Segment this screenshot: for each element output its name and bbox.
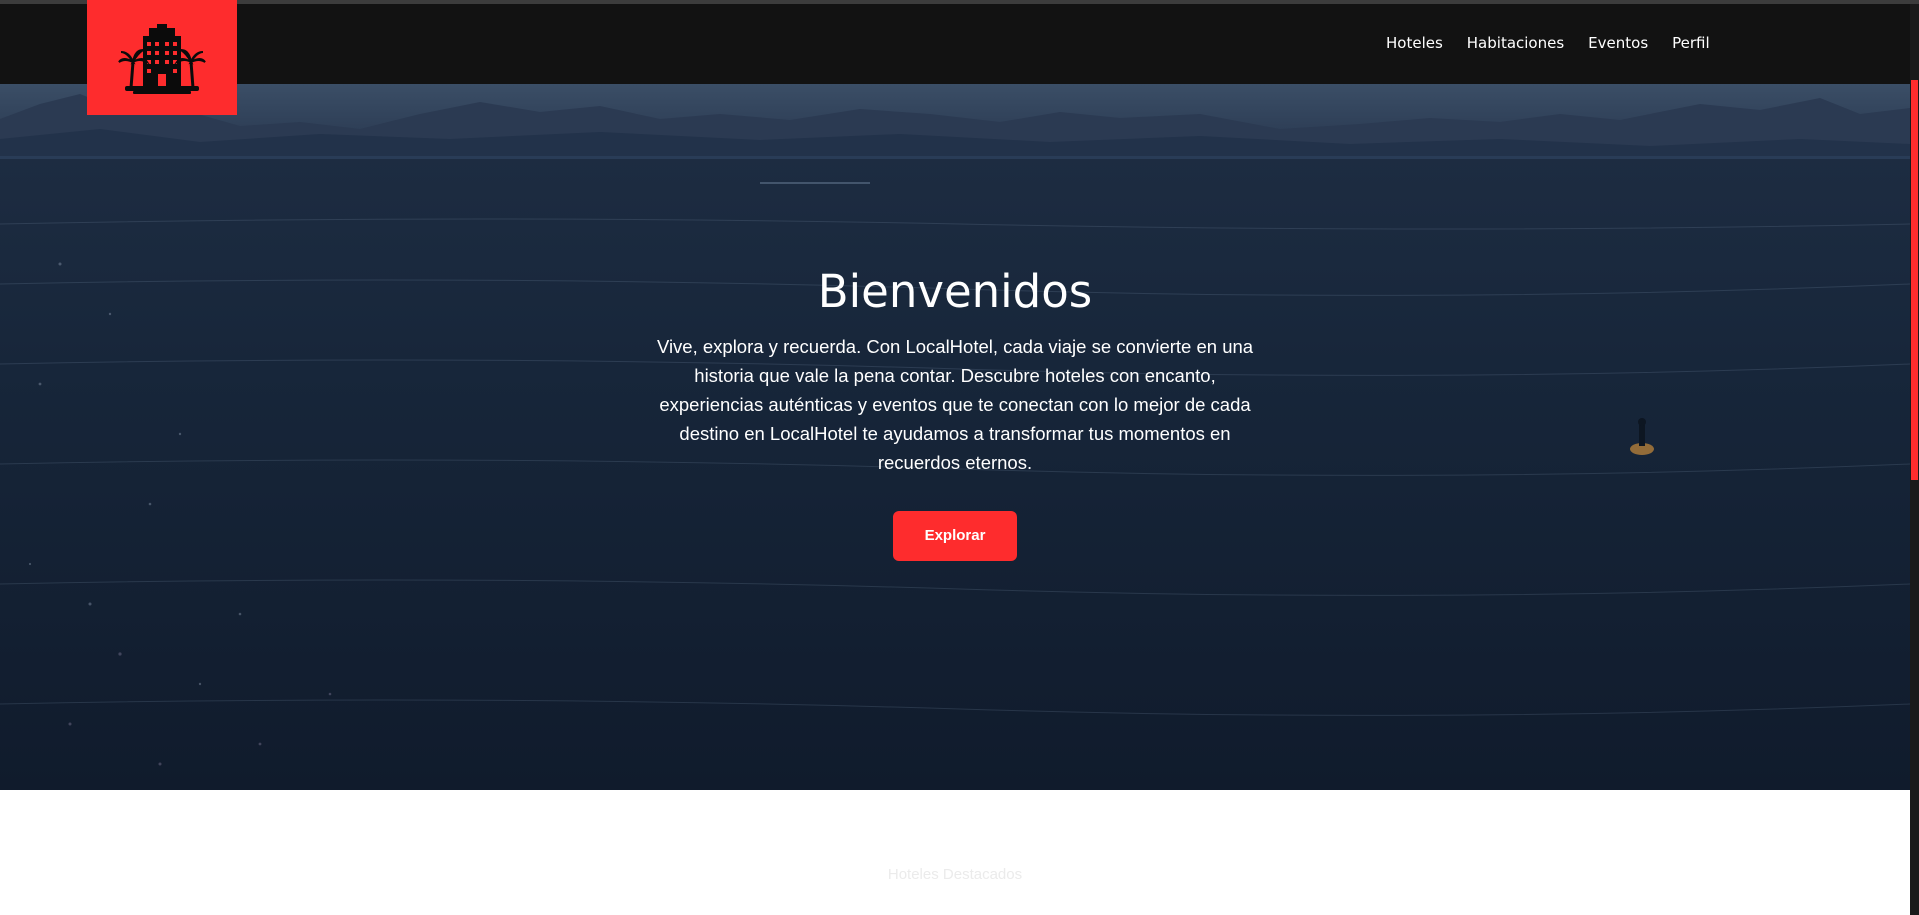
nav-link-habitaciones[interactable]: Habitaciones bbox=[1467, 34, 1564, 52]
hotel-palm-icon bbox=[118, 23, 206, 94]
nav-link-perfil[interactable]: Perfil bbox=[1672, 34, 1710, 52]
page: Hoteles Habitaciones Eventos Perfil Bien… bbox=[0, 0, 1919, 915]
navbar: Hoteles Habitaciones Eventos Perfil bbox=[0, 4, 1910, 84]
nav-link-eventos[interactable]: Eventos bbox=[1588, 34, 1648, 52]
main-nav: Hoteles Habitaciones Eventos Perfil bbox=[1386, 34, 1710, 52]
hero-title: Bienvenidos bbox=[817, 265, 1093, 318]
section-title-featured-hotels: Hoteles Destacados bbox=[887, 866, 1023, 883]
explore-button[interactable]: Explorar bbox=[893, 511, 1017, 561]
hero-section: Bienvenidos Vive, explora y recuerda. Co… bbox=[0, 84, 1910, 790]
scrollbar-thumb[interactable] bbox=[1911, 80, 1918, 480]
site-logo[interactable] bbox=[87, 0, 237, 115]
nav-link-hoteles[interactable]: Hoteles bbox=[1386, 34, 1443, 52]
hero-content: Bienvenidos Vive, explora y recuerda. Co… bbox=[0, 264, 1910, 561]
hero-description: Vive, explora y recuerda. Con LocalHotel… bbox=[656, 336, 1254, 473]
